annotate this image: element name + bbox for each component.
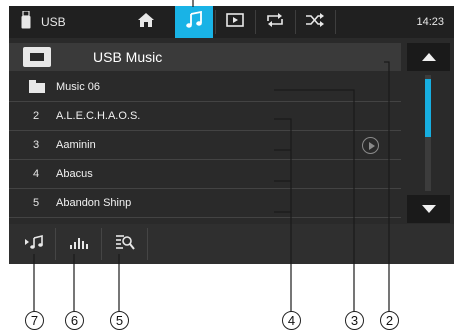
shuffle-icon xyxy=(305,12,325,33)
separator xyxy=(101,228,102,260)
repeat-icon xyxy=(265,12,285,33)
equalizer-button[interactable] xyxy=(60,224,97,264)
track-name: A.L.E.C.H.A.O.S. xyxy=(56,110,141,122)
scroll-thumb[interactable] xyxy=(425,79,431,137)
folder-name: Music 06 xyxy=(56,81,101,93)
now-playing-indicator-icon xyxy=(362,137,379,154)
search-button[interactable] xyxy=(106,224,143,264)
track-row[interactable]: 3 Aaminin xyxy=(9,131,401,160)
bottom-bar xyxy=(9,224,454,264)
now-playing-icon xyxy=(24,234,44,255)
music-button[interactable] xyxy=(175,6,213,38)
callout-3: 3 xyxy=(345,311,364,330)
separator xyxy=(147,228,148,260)
video-button[interactable] xyxy=(216,6,254,38)
arrow-up-icon xyxy=(421,53,436,61)
folder-icon xyxy=(29,80,45,93)
source-label: USB xyxy=(41,15,66,29)
separator xyxy=(335,10,336,34)
track-number: 3 xyxy=(33,139,40,151)
track-row[interactable]: 5 Abandon Shinp xyxy=(9,189,401,218)
list-header: USB Music xyxy=(9,43,401,71)
track-list: Music 06 2 A.L.E.C.H.A.O.S. 3 Aaminin 4 … xyxy=(9,73,401,218)
usb-music-screen: USB 14:23 USB Music Music 06 2 A.L.E.C.H… xyxy=(9,6,454,264)
search-list-icon xyxy=(115,233,135,256)
usb-drive-icon xyxy=(21,9,31,34)
callout-5: 5 xyxy=(110,311,129,330)
video-play-icon xyxy=(226,12,244,32)
top-bar: USB 14:23 xyxy=(9,6,454,38)
track-name: Abandon Shinp xyxy=(56,197,132,209)
home-icon xyxy=(137,12,155,33)
track-row[interactable]: 2 A.L.E.C.H.A.O.S. xyxy=(9,102,401,131)
track-number: 2 xyxy=(33,110,40,122)
home-button[interactable] xyxy=(127,6,165,38)
page-title: USB Music xyxy=(93,49,163,65)
track-name: Aaminin xyxy=(56,139,96,151)
repeat-button[interactable] xyxy=(256,6,294,38)
track-number: 4 xyxy=(33,168,40,180)
track-row[interactable]: 4 Abacus xyxy=(9,160,401,189)
now-playing-button[interactable] xyxy=(15,224,52,264)
arrow-down-icon xyxy=(421,205,436,213)
separator xyxy=(55,228,56,260)
clock: 14:23 xyxy=(416,16,444,28)
shuffle-button[interactable] xyxy=(296,6,334,38)
music-note-icon xyxy=(186,10,202,34)
callout-2: 2 xyxy=(380,311,399,330)
callout-6: 6 xyxy=(65,311,84,330)
callout-7: 7 xyxy=(25,311,44,330)
list-scrollbar[interactable] xyxy=(407,43,450,223)
scroll-track[interactable] xyxy=(425,75,431,191)
equalizer-icon xyxy=(69,234,89,255)
track-name: Abacus xyxy=(56,168,93,180)
back-folder-icon xyxy=(30,53,44,61)
scroll-up-button[interactable] xyxy=(407,43,450,71)
callout-4: 4 xyxy=(282,311,301,330)
back-folder-button[interactable] xyxy=(23,47,51,67)
folder-row[interactable]: Music 06 xyxy=(9,73,401,102)
source-indicator: USB xyxy=(9,6,129,38)
track-number: 5 xyxy=(33,197,40,209)
scroll-down-button[interactable] xyxy=(407,195,450,223)
